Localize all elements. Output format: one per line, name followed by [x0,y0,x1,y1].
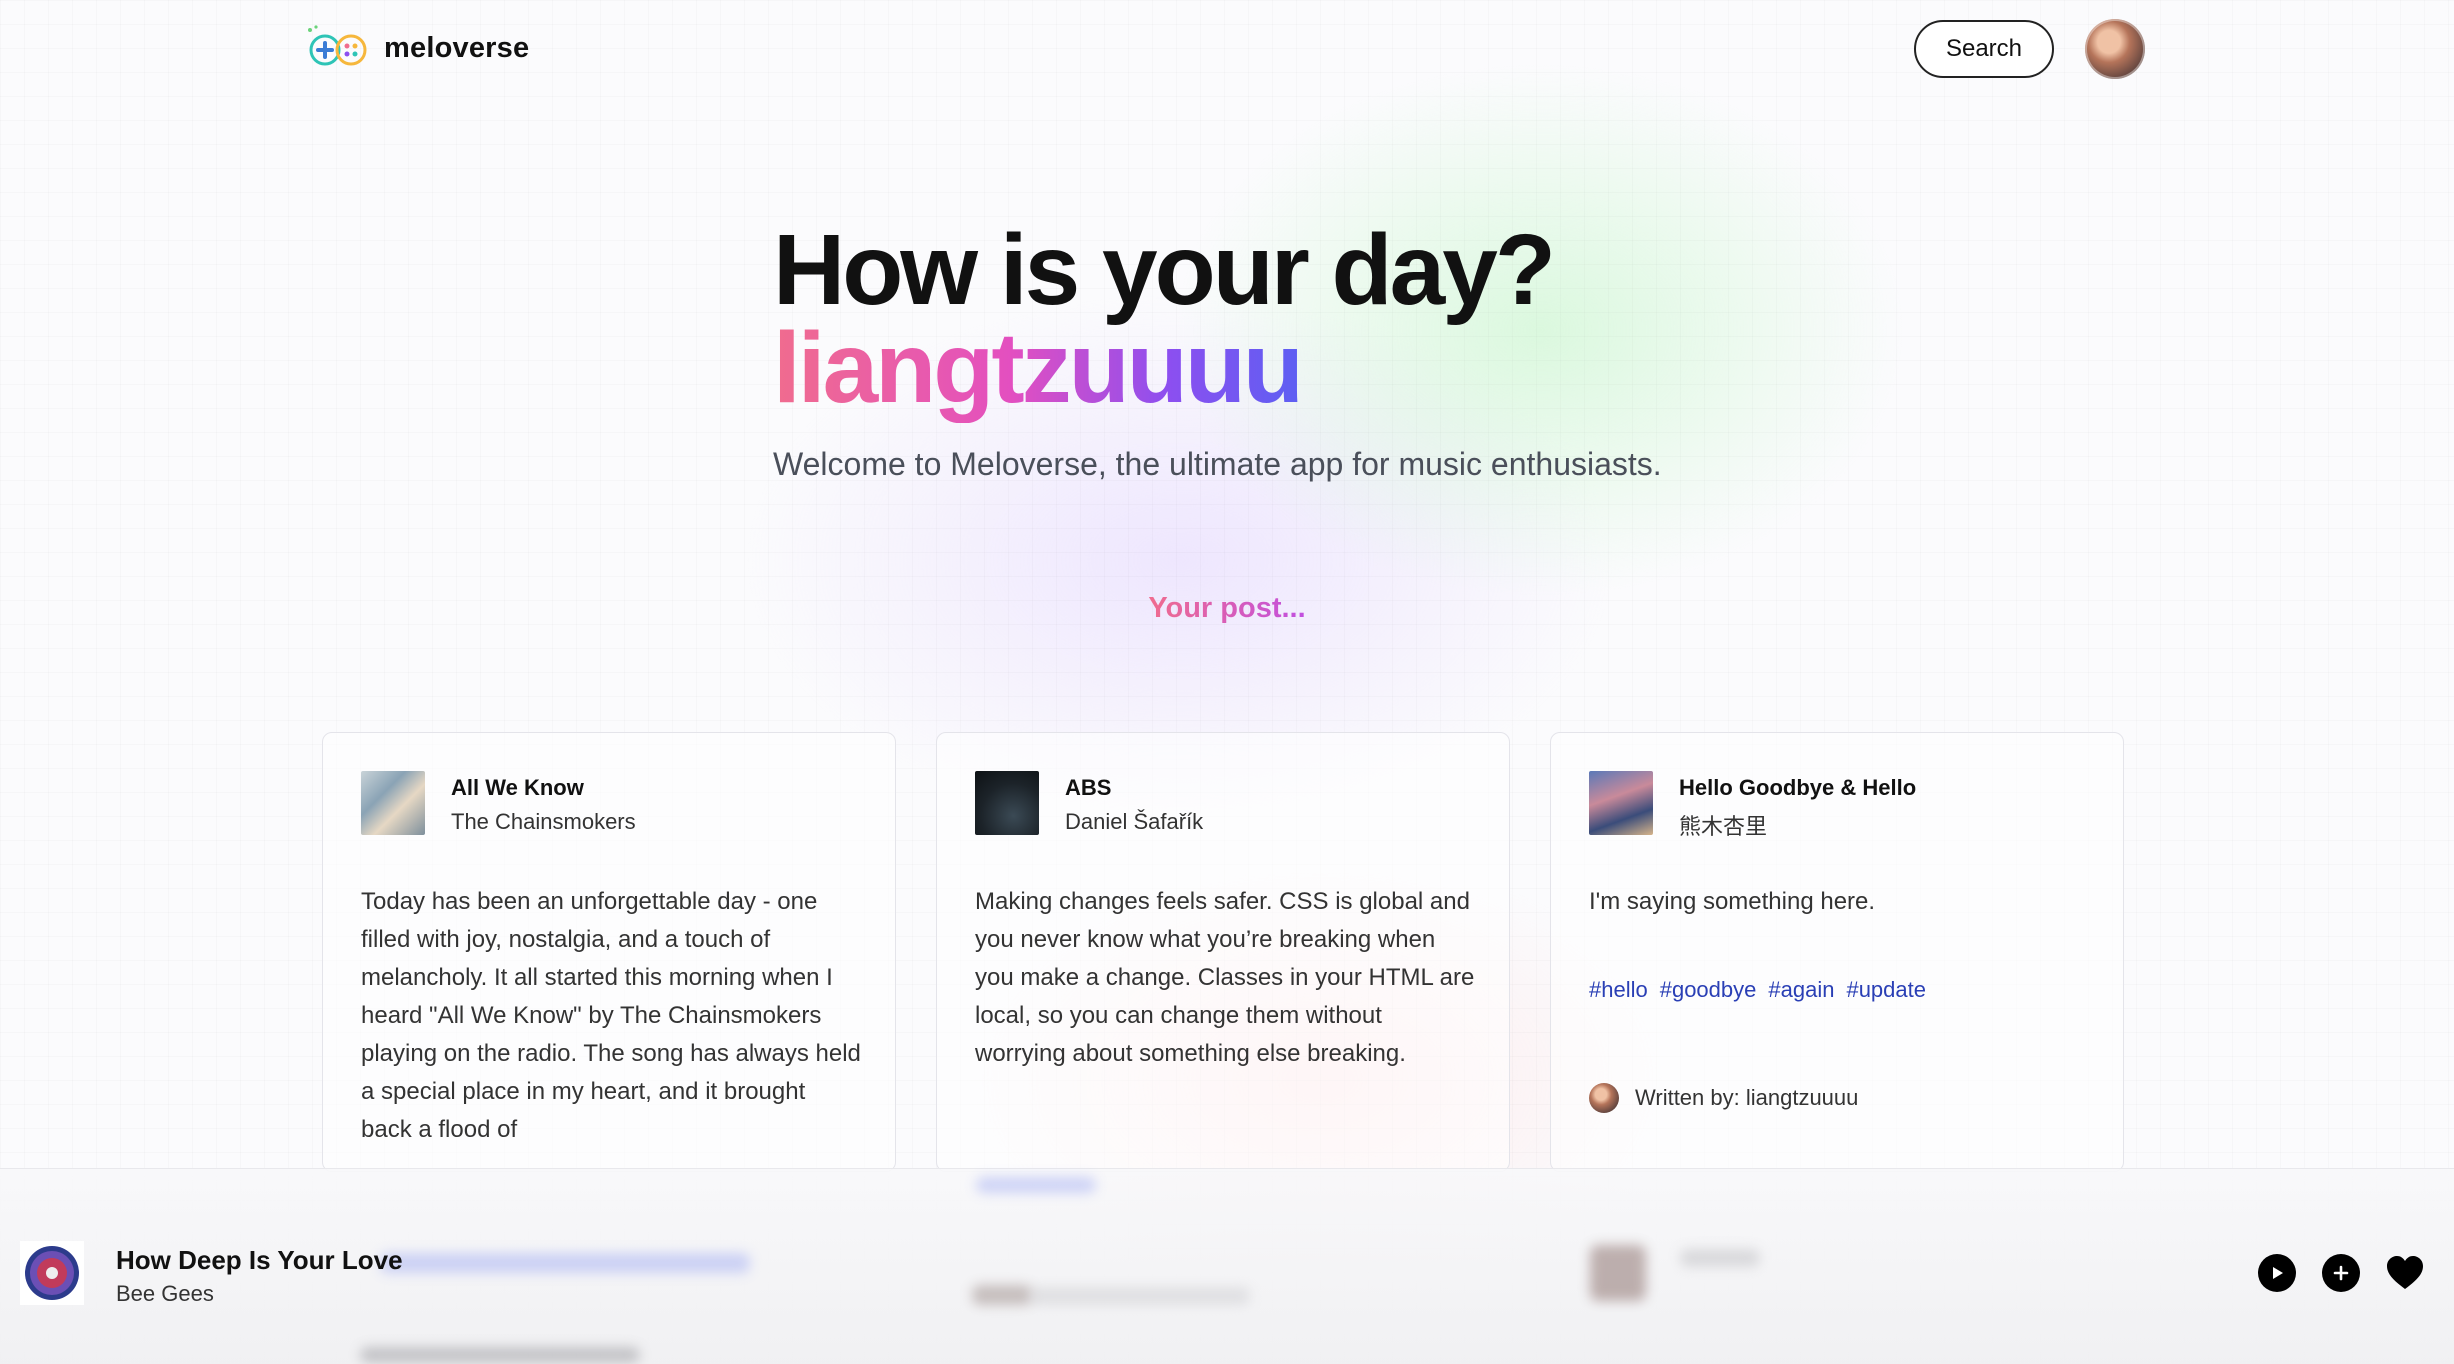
welcome-subtitle: Welcome to Meloverse, the ultimate app f… [773,446,1662,482]
blurred-content [1030,1287,1250,1305]
author-avatar [1589,1083,1619,1113]
tag-goodbye[interactable]: #goodbye [1660,977,1757,1003]
like-button[interactable] [2384,1252,2426,1294]
song-artist: 熊木杏里 [1679,814,1768,839]
tag-hello[interactable]: #hello [1589,977,1648,1003]
now-playing-title: How Deep Is Your Love [116,1245,403,1275]
author-line: Written by: liangtzuuuu [1589,1083,1858,1113]
song-artist: Daniel Šafařík [1065,809,1204,834]
blurred-content [380,1253,750,1273]
post-body: Today has been an unforgettable day - on… [361,888,861,1143]
user-avatar[interactable] [2085,19,2145,79]
top-header: meloverse Search [0,0,2454,100]
app-logo[interactable]: meloverse [306,24,529,72]
now-playing-bar: How Deep Is Your Love Bee Gees [0,1168,2454,1364]
tag-update[interactable]: #update [1846,977,1926,1003]
post-card[interactable]: Hello Goodbye & Hello 熊木杏里 I'm saying so… [1550,732,2124,1172]
blurred-content [976,1177,1096,1193]
add-button[interactable] [2322,1254,2360,1292]
post-card[interactable]: All We Know The Chainsmokers Today has b… [322,732,896,1172]
your-post-label: Your post... [1148,592,1306,624]
song-title: ABS [1065,775,1112,800]
blurred-content [1680,1249,1760,1267]
blurred-content [972,1285,1032,1305]
post-body: I'm saying something here. [1589,888,1876,915]
author-text: Written by: liangtzuuuu [1635,1085,1859,1110]
post-card[interactable]: ABS Daniel Šafařík Making changes feels … [936,732,1510,1172]
blurred-content [1590,1245,1646,1301]
play-button[interactable] [2258,1254,2296,1292]
vinyl-cover-icon [25,1246,79,1300]
card-header: All We Know The Chainsmokers [361,771,636,835]
logo-icon [308,25,367,66]
play-icon [2273,1267,2283,1279]
card-header: Hello Goodbye & Hello 熊木杏里 [1589,771,1916,841]
add-icon [2333,1265,2349,1281]
heart-icon [2387,1256,2423,1289]
app-name: meloverse [384,31,530,64]
username-heading: liangtzuuuu [773,312,1304,424]
page-title: How is your day? [773,214,1556,326]
section-label: Your post... [0,592,2454,625]
album-cover [975,771,1039,835]
tag-again[interactable]: #again [1768,977,1834,1003]
post-body: Making changes feels safer. CSS is globa… [975,888,1475,1067]
search-button[interactable]: Search [1914,20,2054,78]
card-header: ABS Daniel Šafařík [975,771,1203,835]
blurred-content [360,1347,640,1363]
song-title: All We Know [451,775,584,800]
song-title: Hello Goodbye & Hello [1679,775,1917,800]
now-playing-cover [20,1241,84,1305]
album-cover [361,771,425,835]
tag-list: #hello #goodbye #again #update [1589,977,1926,1003]
album-cover [1589,771,1653,835]
now-playing-artist: Bee Gees [116,1281,214,1306]
song-artist: The Chainsmokers [451,809,636,834]
